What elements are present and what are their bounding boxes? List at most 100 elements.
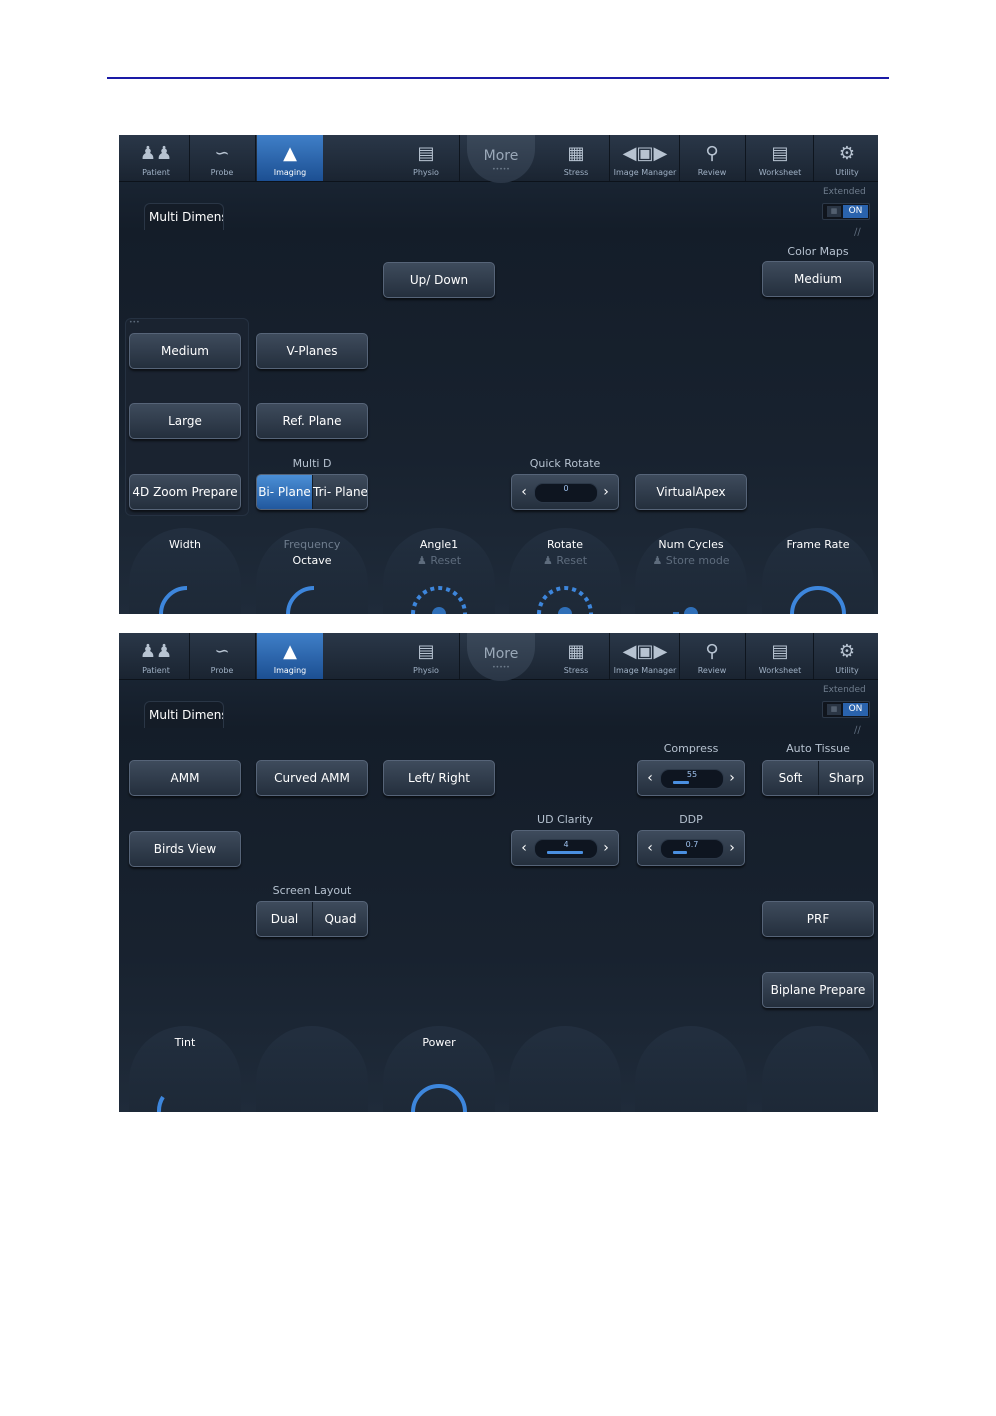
page-header-rule <box>107 77 889 79</box>
resize-grip-icon[interactable]: ∕∕ <box>854 227 878 241</box>
toggle-off-icon: ▦ <box>827 704 841 715</box>
page-title-tab[interactable]: Multi Dimens <box>144 203 224 230</box>
ddp-stepper: ‹ 0.7 › <box>637 830 745 866</box>
toolbar-patient[interactable]: ♟♟ Patient <box>123 135 190 181</box>
quick-rotate-decrease-icon[interactable]: ‹ <box>514 475 534 509</box>
multi-d-biplane-option[interactable]: Bi- Plane <box>257 475 313 509</box>
toolbar-stress[interactable]: ▦ Stress <box>543 633 610 679</box>
screen-layout-dual-option[interactable]: Dual <box>257 902 313 936</box>
toolbar-physio[interactable]: ▤ Physio <box>393 633 460 679</box>
utility-icon: ⚙ <box>838 143 856 164</box>
tint-knob-arc-icon <box>157 1095 165 1112</box>
extended-toggle[interactable]: ▦ ON <box>822 701 870 718</box>
compress-decrease-icon[interactable]: ‹ <box>640 761 660 795</box>
quick-rotate-stepper: ‹ 0 › <box>511 474 619 510</box>
ud-clarity-increase-icon[interactable]: › <box>596 831 616 865</box>
toolbar-probe[interactable]: ∽ Probe <box>189 135 256 181</box>
curved-amm-button[interactable]: Curved AMM <box>256 760 368 796</box>
toolbar-imaging[interactable]: ▲ Imaging <box>257 633 323 679</box>
toolbar-review[interactable]: ⚲ Review <box>679 633 746 679</box>
power-knob-label: Power <box>422 1036 456 1049</box>
toolbar-physio[interactable]: ▤ Physio <box>393 135 460 181</box>
color-maps-label: Color Maps <box>787 245 849 258</box>
patient-icon: ♟♟ <box>139 641 173 662</box>
multi-d-triplane-option[interactable]: Tri- Plane <box>313 475 367 509</box>
toolbar-image-manager[interactable]: ◀▣▶ Image Manager <box>611 135 680 181</box>
color-maps-button[interactable]: Medium <box>762 261 874 297</box>
more-dots-icon: ••••• <box>492 166 510 173</box>
toolbar-review[interactable]: ⚲ Review <box>679 135 746 181</box>
image-manager-icon: ◀▣▶ <box>622 641 668 662</box>
imaging-icon: ▲ <box>283 641 297 662</box>
ud-clarity-label: UD Clarity <box>537 813 593 826</box>
ddp-decrease-icon[interactable]: ‹ <box>640 831 660 865</box>
knob-empty-2 <box>256 1026 368 1112</box>
group-handle-icon: ••• <box>129 319 140 326</box>
imaging-icon: ▲ <box>283 143 297 164</box>
toolbar-image-manager[interactable]: ◀▣▶ Image Manager <box>611 633 680 679</box>
extended-label: Extended <box>823 187 866 197</box>
more-button[interactable]: More ••••• <box>467 633 535 681</box>
multi-d-label: Multi D <box>292 457 332 470</box>
more-button[interactable]: More ••••• <box>467 135 535 183</box>
ref-plane-button[interactable]: Ref. Plane <box>256 403 368 439</box>
physio-icon: ▤ <box>417 143 435 164</box>
resize-grip-icon[interactable]: ∕∕ <box>854 725 878 739</box>
left-right-button[interactable]: Left/ Right <box>383 760 495 796</box>
frequency-knob-label: Frequency <box>283 538 341 551</box>
image-manager-icon: ◀▣▶ <box>622 143 668 164</box>
ddp-well: 0.7 <box>660 839 724 859</box>
auto-tissue-sharp-option[interactable]: Sharp <box>819 761 873 795</box>
toolbar-utility[interactable]: ⚙ Utility <box>814 633 878 679</box>
width-knob-arc-icon <box>159 586 188 614</box>
screen-layout-quad-option[interactable]: Quad <box>313 902 367 936</box>
prf-button[interactable]: PRF <box>762 901 874 937</box>
size-medium-button[interactable]: Medium <box>129 333 241 369</box>
num-cycles-knob-sublabel: ♟ Store mode <box>652 554 730 567</box>
compress-increase-icon[interactable]: › <box>722 761 742 795</box>
tint-knob-label: Tint <box>174 1036 196 1049</box>
probe-icon: ∽ <box>214 143 230 164</box>
worksheet-icon: ▤ <box>771 641 789 662</box>
rotate-knob-arc-icon <box>537 586 593 614</box>
zoom-prepare-button[interactable]: 4D Zoom Prepare <box>129 474 241 510</box>
toolbar-worksheet[interactable]: ▤ Worksheet <box>747 135 814 181</box>
amm-button[interactable]: AMM <box>129 760 241 796</box>
worksheet-icon: ▤ <box>771 143 789 164</box>
size-large-button[interactable]: Large <box>129 403 241 439</box>
rotate-knob-label: Rotate <box>546 538 583 551</box>
toolbar-patient[interactable]: ♟♟ Patient <box>123 633 190 679</box>
compress-label: Compress <box>663 742 719 755</box>
biplane-prepare-button[interactable]: Biplane Prepare <box>762 972 874 1008</box>
toolbar-probe[interactable]: ∽ Probe <box>189 633 256 679</box>
compress-level-bar <box>673 781 689 784</box>
angle1-knob-arc-icon <box>411 586 467 614</box>
virtual-apex-button[interactable]: VirtualApex <box>635 474 747 510</box>
toolbar-imaging[interactable]: ▲ Imaging <box>257 135 323 181</box>
quick-rotate-increase-icon[interactable]: › <box>596 475 616 509</box>
stress-icon: ▦ <box>567 641 585 662</box>
birds-view-button[interactable]: Birds View <box>129 831 241 867</box>
toolbar-stress[interactable]: ▦ Stress <box>543 135 610 181</box>
toolbar-worksheet[interactable]: ▤ Worksheet <box>747 633 814 679</box>
ddp-increase-icon[interactable]: › <box>722 831 742 865</box>
more-dots-icon: ••••• <box>492 664 510 671</box>
person-icon: ♟ <box>652 554 666 567</box>
ud-clarity-well: 4 <box>534 839 598 859</box>
multi-d-selector: Bi- Plane Tri- Plane <box>256 474 368 510</box>
review-icon: ⚲ <box>705 641 719 662</box>
extended-label: Extended <box>823 685 866 695</box>
ud-clarity-decrease-icon[interactable]: ‹ <box>514 831 534 865</box>
ddp-level-bar <box>673 851 687 854</box>
review-icon: ⚲ <box>705 143 719 164</box>
auto-tissue-soft-option[interactable]: Soft <box>763 761 819 795</box>
up-down-button[interactable]: Up/ Down <box>383 262 495 298</box>
extended-toggle[interactable]: ▦ ON <box>822 203 870 220</box>
quick-rotate-label: Quick Rotate <box>529 457 601 470</box>
page-title-tab[interactable]: Multi Dimens <box>144 701 224 728</box>
ud-clarity-level-bar <box>547 851 583 854</box>
toolbar-utility[interactable]: ⚙ Utility <box>814 135 878 181</box>
ud-clarity-stepper: ‹ 4 › <box>511 830 619 866</box>
auto-tissue-label: Auto Tissue <box>786 742 850 755</box>
v-planes-button[interactable]: V-Planes <box>256 333 368 369</box>
